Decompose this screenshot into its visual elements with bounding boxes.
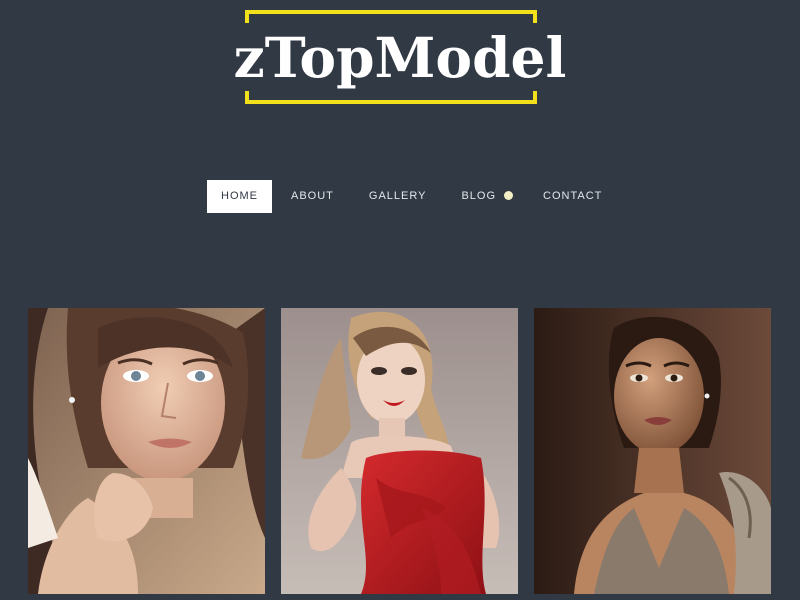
site-logo[interactable]: zTopModel — [224, 10, 576, 104]
logo-bracket-top — [245, 10, 537, 23]
portrait-photo-3-icon — [534, 308, 771, 594]
gallery-photo-1[interactable] — [28, 308, 265, 594]
logo-text: zTopModel — [233, 25, 567, 90]
gallery-row — [28, 308, 772, 600]
nav-item-blog[interactable]: BLOG — [445, 180, 521, 213]
nav-item-blog-label: BLOG — [461, 190, 497, 202]
nav-item-contact[interactable]: CONTACT — [527, 180, 618, 213]
main-navigation: HOME ABOUT GALLERY BLOG CONTACT — [207, 180, 618, 213]
gallery-photo-3[interactable] — [534, 308, 771, 594]
nav-item-about[interactable]: ABOUT — [275, 180, 350, 213]
logo-bracket-bottom — [245, 91, 537, 104]
portrait-photo-2-icon — [281, 308, 518, 594]
portrait-photo-1-icon — [28, 308, 265, 594]
dropdown-dot-icon — [504, 190, 514, 200]
nav-item-gallery[interactable]: GALLERY — [353, 180, 443, 213]
nav-item-home[interactable]: HOME — [207, 180, 272, 213]
gallery-photo-2[interactable] — [281, 308, 518, 594]
